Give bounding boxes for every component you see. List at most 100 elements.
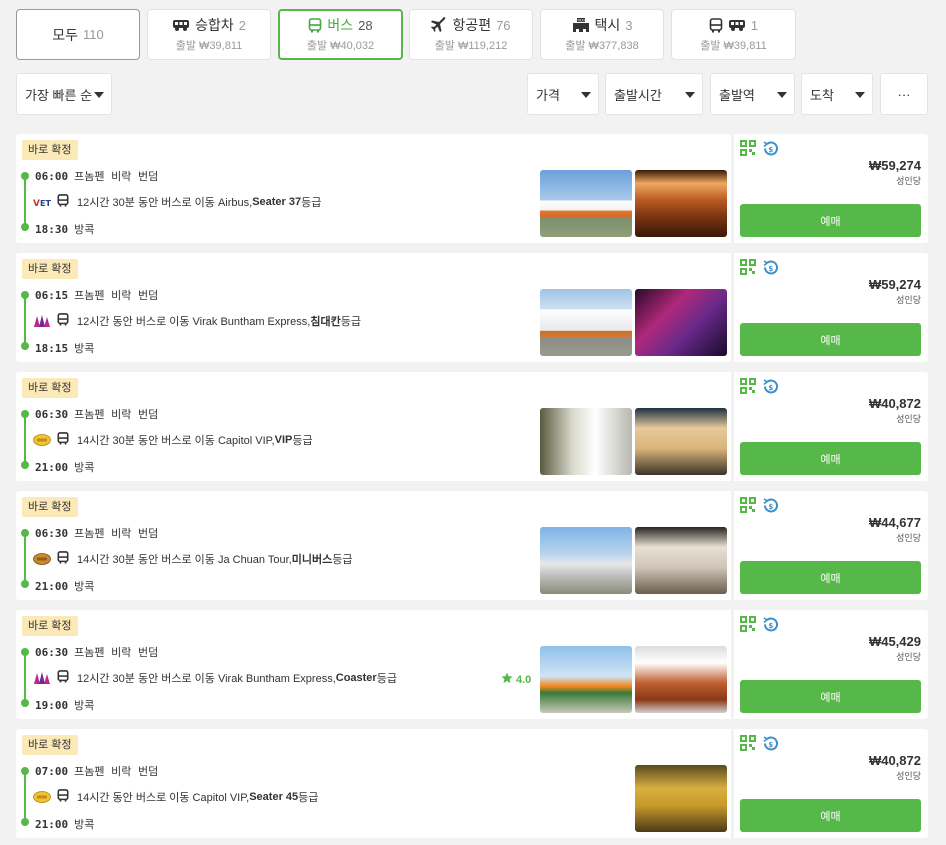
svg-text:$: $ [768, 503, 773, 511]
trip-card[interactable]: 바로 확정 06:30 프놈펜 비락 번덤 12시간 30분 동안 버스로 이동 … [16, 610, 928, 719]
qr-ticket-icon [740, 616, 756, 638]
more-label: ··· [897, 86, 911, 102]
arrival-label: 도착 [810, 87, 834, 103]
price-filter[interactable]: 가격 [527, 73, 599, 115]
timeline-dot-start [21, 410, 29, 418]
depart-time-label: 출발시간 [614, 87, 662, 103]
price: ₩40,872 [868, 753, 921, 768]
bus-interior-photo[interactable] [635, 170, 727, 237]
book-button[interactable]: 예매 [740, 799, 921, 832]
price: ₩45,429 [868, 634, 921, 649]
bus-exterior-photo[interactable] [540, 289, 632, 356]
timeline-dot-start [21, 648, 29, 656]
tab-bus-van-combo[interactable]: 1 출발 ₩39,811 [671, 9, 796, 60]
tab-van[interactable]: 승합차 2 출발 ₩39,811 [147, 9, 271, 60]
trip-card[interactable]: 바로 확정 06:15 프놈펜 비락 번덤 12시간 동안 버스로 이동 Vira… [16, 253, 928, 362]
bus-icon [57, 789, 69, 805]
tab-bus[interactable]: 버스 28 출발 ₩40,032 [278, 9, 403, 60]
tab-price: 출발 ₩377,838 [565, 40, 639, 52]
rating: 4.0 [501, 672, 531, 687]
price-unit: 성인당 [896, 176, 921, 186]
arrival: 18:15 방콕 [35, 340, 94, 356]
trip-description: 14시간 30분 동안 버스로 이동 Ja Chuan Tour, 미니버스 등… [32, 551, 352, 567]
bus-exterior-photo[interactable] [540, 170, 632, 237]
trip-description-text: 12시간 30분 동안 버스로 이동 Virak Buntham Express… [77, 673, 336, 685]
book-button[interactable]: 예매 [740, 561, 921, 594]
price-unit: 성인당 [896, 414, 921, 424]
bus-interior-photo[interactable] [635, 289, 727, 356]
price-panel: $ ₩40,872 성인당 예매 [734, 729, 928, 838]
svg-text:$: $ [768, 741, 773, 749]
trip-info: 바로 확정 07:00 프놈펜 비락 번덤 14시간 동안 버스로 이동 Capi… [16, 729, 731, 838]
arrival-filter[interactable]: 도착 [801, 73, 873, 115]
timeline-dot-end [21, 342, 29, 350]
bus-icon [308, 17, 322, 33]
trip-description-text: 14시간 30분 동안 버스로 이동 Ja Chuan Tour, [77, 554, 292, 566]
price: ₩59,274 [868, 158, 921, 173]
instant-confirm-badge: 바로 확정 [22, 259, 78, 279]
timeline-line [24, 294, 26, 347]
tab-all[interactable]: 모두 110 [16, 9, 140, 60]
taxi-icon: TAXI [572, 17, 590, 33]
timeline-line [24, 770, 26, 823]
sort-dropdown[interactable]: 가장 빠른 순 [16, 73, 112, 115]
arrival: 19:00 방콕 [35, 697, 94, 713]
departure-place: 프놈펜 비락 번덤 [74, 289, 159, 302]
departure-place: 프놈펜 비락 번덤 [74, 646, 159, 659]
departure-time: 06:30 [35, 408, 69, 421]
operator-logo: V ET [32, 195, 52, 209]
refund-icon: $ [762, 616, 779, 638]
trip-card[interactable]: 바로 확정 06:00 프놈펜 비락 번덤 V ET 12시간 30분 동안 버스로… [16, 134, 928, 243]
bus-exterior-photo[interactable] [540, 646, 632, 713]
tab-label: 택시 [594, 17, 621, 33]
departure: 06:00 프놈펜 비락 번덤 [35, 168, 158, 184]
svg-text:$: $ [768, 384, 773, 392]
book-button[interactable]: 예매 [740, 680, 921, 713]
bus-exterior-photo[interactable] [540, 527, 632, 594]
tab-price: 출발 ₩40,032 [306, 40, 375, 52]
van-icon [172, 18, 190, 32]
tab-flight[interactable]: 항공편 76 출발 ₩119,212 [409, 9, 533, 60]
tab-count: 1 [750, 17, 759, 33]
trip-info: 바로 확정 06:30 프놈펜 비락 번덤 14시간 30분 동안 버스로 이동 … [16, 372, 731, 481]
trip-info: 바로 확정 06:00 프놈펜 비락 번덤 V ET 12시간 30분 동안 버스로… [16, 134, 731, 243]
bus-interior-photo[interactable] [635, 527, 727, 594]
trip-card[interactable]: 바로 확정 06:30 프놈펜 비락 번덤 14시간 30분 동안 버스로 이동 … [16, 491, 928, 600]
depart-station-filter[interactable]: 출발역 [710, 73, 795, 115]
timeline-dot-start [21, 172, 29, 180]
seat-class: Seater 37 [252, 196, 302, 208]
bus-interior-photo[interactable] [635, 408, 727, 475]
instant-confirm-badge: 바로 확정 [22, 735, 78, 755]
bus-interior-photo[interactable] [635, 646, 727, 713]
tab-label: 승합차 [195, 17, 234, 33]
depart-time-filter[interactable]: 출발시간 [605, 73, 703, 115]
arrival-place: 방콕 [74, 580, 95, 593]
tab-taxi[interactable]: TAXI 택시 3 출발 ₩377,838 [540, 9, 664, 60]
more-filters-button[interactable]: ··· [880, 73, 928, 115]
svg-text:ET: ET [40, 199, 51, 207]
svg-text:TAXI: TAXI [576, 18, 585, 22]
arrival: 21:00 방콕 [35, 816, 94, 832]
departure: 06:30 프놈펜 비락 번덤 [35, 525, 158, 541]
refund-icon: $ [762, 140, 779, 162]
bus-exterior-photo[interactable] [540, 408, 632, 475]
chevron-down-icon [581, 92, 591, 98]
refund-icon: $ [762, 378, 779, 400]
bus-icon [57, 551, 69, 567]
svg-text:$: $ [768, 622, 773, 630]
price-panel: $ ₩59,274 성인당 예매 [734, 253, 928, 362]
departure-place: 프놈펜 비락 번덤 [74, 765, 159, 778]
departure-time: 06:00 [35, 170, 69, 183]
trip-card[interactable]: 바로 확정 07:00 프놈펜 비락 번덤 14시간 동안 버스로 이동 Capi… [16, 729, 928, 838]
class-suffix: 등급 [292, 435, 313, 447]
bus-interior-photo[interactable] [635, 765, 727, 832]
price-panel: $ ₩44,677 성인당 예매 [734, 491, 928, 600]
timeline-line [24, 175, 26, 228]
tab-label: 버스 [327, 17, 354, 33]
book-button[interactable]: 예매 [740, 204, 921, 237]
trip-card[interactable]: 바로 확정 06:30 프놈펜 비락 번덤 14시간 30분 동안 버스로 이동 … [16, 372, 928, 481]
star-icon [501, 672, 513, 687]
arrival-time: 18:30 [35, 223, 69, 236]
book-button[interactable]: 예매 [740, 442, 921, 475]
book-button[interactable]: 예매 [740, 323, 921, 356]
